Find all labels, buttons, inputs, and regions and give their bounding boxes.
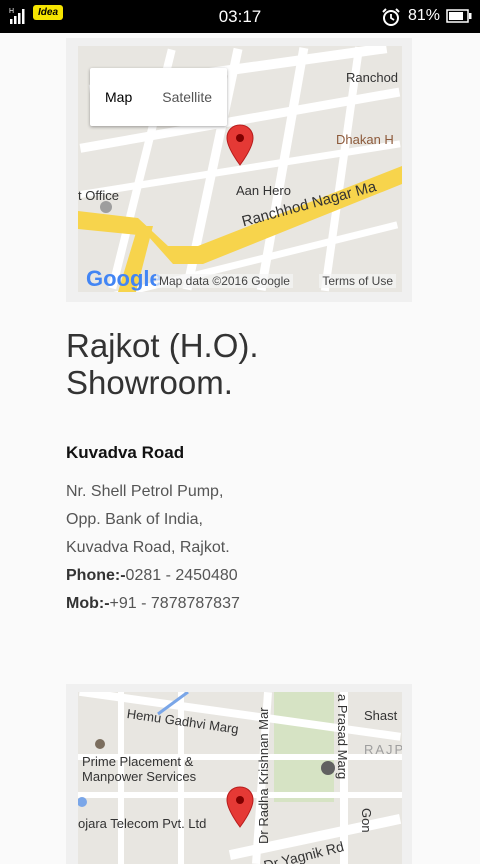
mobile-line: Mob:-+91 - 7878787837 — [66, 590, 240, 618]
map-type-control: Map Satellite — [90, 68, 228, 126]
map-label: RAJP — [364, 742, 402, 757]
title-line: Showroom. — [66, 364, 233, 401]
map-view[interactable]: Map Satellite Ranchod Dhakan H t Office … — [78, 46, 402, 292]
battery-icon — [446, 9, 472, 23]
map-data-attribution: Map data ©2016 Google — [156, 274, 293, 288]
address-line: Kuvadva Road, Rajkot. — [66, 539, 230, 556]
mobile-value[interactable]: +91 - 7878787837 — [110, 595, 240, 612]
road-label: Dr Radha Krishnan Mar — [256, 707, 271, 844]
phone-value[interactable]: 0281 - 2450480 — [126, 567, 238, 584]
map-label: Manpower Services — [82, 769, 197, 784]
location-pin-icon[interactable] — [226, 786, 254, 828]
battery-percent: 81% — [408, 7, 441, 24]
phone-line: Phone:-0281 - 2450480 — [66, 562, 240, 590]
map-label: Prime Placement & — [82, 754, 194, 769]
map-label: Shast — [364, 708, 398, 723]
map-view[interactable]: Hemu Gadhvi Marg Dr Radha Krishnan Mar a… — [78, 692, 402, 864]
map-card-1: Map Satellite Ranchod Dhakan H t Office … — [66, 38, 412, 302]
terms-of-use-link[interactable]: Terms of Use — [319, 274, 396, 288]
map-label: ojara Telecom Pvt. Ltd — [78, 816, 207, 831]
map-type-satellite-button[interactable]: Satellite — [147, 68, 227, 126]
page-title: Rajkot (H.O). Showroom. — [66, 327, 406, 401]
map-label: t Office — [78, 188, 119, 203]
address-line: Opp. Bank of India, — [66, 511, 203, 528]
map-label: Ranchod — [346, 70, 399, 85]
title-line: Rajkot (H.O). — [66, 327, 259, 364]
map-type-map-button[interactable]: Map — [90, 68, 147, 126]
address-line: Nr. Shell Petrol Pump, — [66, 483, 224, 500]
road-label: Gon — [359, 808, 374, 833]
google-logo: Google — [86, 266, 162, 291]
location-subtitle: Kuvadva Road — [66, 443, 185, 462]
map-label: Aan Hero — [236, 183, 291, 198]
phone-label: Phone:- — [66, 567, 126, 584]
map-footer: Google Map data ©2016 Google Terms of Us… — [78, 266, 402, 292]
address-block: Nr. Shell Petrol Pump, Opp. Bank of Indi… — [66, 478, 240, 618]
status-bar: H Idea 03:17 81% — [0, 0, 480, 33]
road-label: a Prasad Marg — [335, 694, 350, 780]
map-label: Dhakan H — [336, 132, 394, 147]
mobile-label: Mob:- — [66, 595, 110, 612]
map-card-2: Hemu Gadhvi Marg Dr Radha Krishnan Mar a… — [66, 684, 412, 864]
alarm-icon — [382, 8, 400, 26]
location-pin-icon[interactable] — [226, 124, 254, 166]
